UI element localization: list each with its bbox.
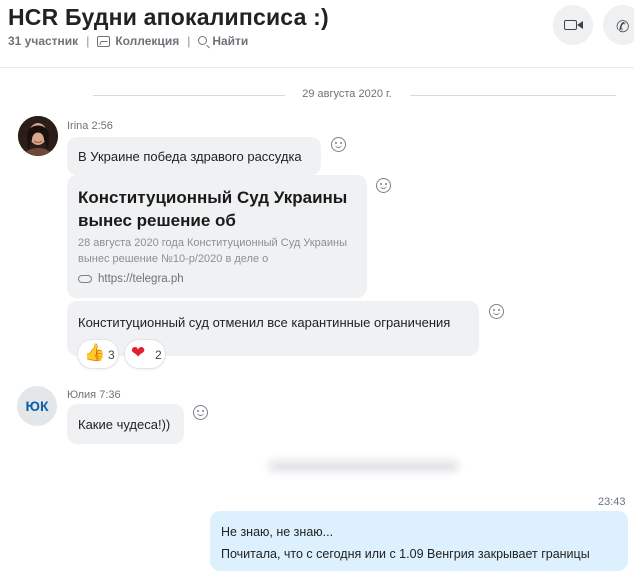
search-link[interactable]: Найти <box>212 34 248 48</box>
message-time: 23:43 <box>598 496 626 508</box>
avatar-irina[interactable] <box>18 116 58 156</box>
sender-name[interactable]: Юлия <box>67 389 96 401</box>
message-bubble[interactable]: В Украине победа здравого рассудка <box>67 137 321 175</box>
gallery-link[interactable]: Коллекция <box>115 34 179 48</box>
chat-meta: 31 участник | Коллекция | Найти <box>8 34 248 48</box>
link-preview-description: 28 августа 2020 года Конституционный Суд… <box>78 237 347 265</box>
message-text: Какие чудеса!)) <box>78 417 171 432</box>
chat-header: HCR Будни апокалипсиса :) 31 участник | … <box>0 0 634 68</box>
date-divider-text: 29 августа 2020 г. <box>302 88 392 100</box>
reaction-count: 2 <box>155 348 162 362</box>
message-bubble[interactable]: Какие чудеса!)) <box>67 404 184 444</box>
audio-call-button[interactable]: ✆ <box>603 5 634 45</box>
add-reaction-icon[interactable] <box>489 304 504 319</box>
search-icon <box>198 35 208 45</box>
meta-separator: | <box>187 34 191 48</box>
link-preview-url[interactable]: https://telegra.ph <box>98 273 184 285</box>
gallery-icon <box>97 35 111 47</box>
chat-title[interactable]: HCR Будни апокалипсиса :) <box>8 4 329 31</box>
heart-icon: ❤ <box>131 343 146 362</box>
thumbs-up-icon: 👍 <box>84 343 106 362</box>
message-text-line: Не знаю, не знаю... <box>221 525 334 539</box>
reaction-count: 3 <box>108 348 115 362</box>
link-preview-card[interactable]: Конституционный Суд Украины вынес решени… <box>67 175 367 298</box>
message-text-line: Почитала, что с сегодня или с 1.09 Венгр… <box>221 547 590 561</box>
link-icon <box>78 275 92 283</box>
video-camera-icon <box>564 20 577 30</box>
participants-link[interactable]: 31 участник <box>8 34 78 48</box>
add-reaction-icon[interactable] <box>376 178 391 193</box>
video-call-button[interactable] <box>553 5 593 45</box>
add-reaction-icon[interactable] <box>193 405 208 420</box>
add-reaction-icon[interactable] <box>331 137 346 152</box>
sender-line: Irina 2:56 <box>67 120 113 132</box>
avatar-yulia[interactable]: ЮК <box>17 386 57 426</box>
message-text: В Украине победа здравого рассудка <box>78 149 302 164</box>
message-time: 2:56 <box>91 120 113 132</box>
meta-separator: | <box>86 34 90 48</box>
link-preview-title: Конституционный Суд Украины вынес решени… <box>78 188 348 230</box>
message-text: Конституционный суд отменил все карантин… <box>78 315 451 330</box>
outgoing-message-bubble[interactable]: Не знаю, не знаю... Почитала, что с сего… <box>210 511 628 571</box>
sender-name[interactable]: Irina <box>67 120 88 132</box>
blurred-notice-text <box>275 465 453 468</box>
avatar-photo-image <box>18 116 58 156</box>
date-divider: 29 августа 2020 г. <box>0 88 634 102</box>
reaction-heart[interactable]: ❤ 2 <box>124 339 166 369</box>
phone-icon: ✆ <box>616 19 630 36</box>
reaction-thumbs-up[interactable]: 👍 3 <box>77 339 119 369</box>
sender-line: Юлия 7:36 <box>67 389 121 401</box>
divider-line <box>410 95 616 96</box>
link-preview-url-row: https://telegra.ph <box>78 273 184 285</box>
message-time: 7:36 <box>99 389 121 401</box>
video-camera-lens-icon <box>577 21 583 29</box>
